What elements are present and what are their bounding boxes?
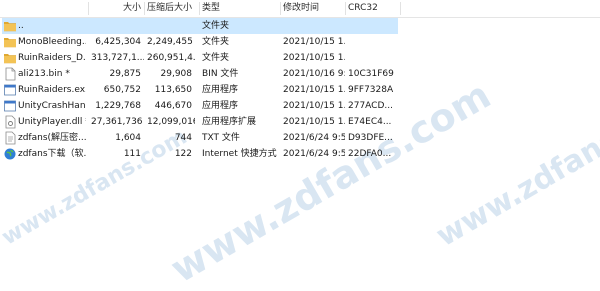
globe-icon (3, 147, 17, 161)
file-size: 111 (123, 149, 141, 159)
column-header-type[interactable]: 类型 (199, 0, 280, 17)
file-size: 6,425,304 (95, 37, 141, 47)
file-crc32: 9FF7328A (348, 85, 394, 95)
file-list-row[interactable]: .. 文件夹 (0, 18, 600, 34)
file-name: zdfans下载（软... (18, 149, 86, 159)
file-modified: 2021/10/15 1... (283, 37, 345, 47)
file-name: UnityCrashHan... (18, 101, 86, 111)
file-packed-size: 12,099,016 (147, 117, 195, 127)
file-list-row[interactable]: zdfans下载（软... 111 122 Internet 快捷方式 2021… (0, 146, 600, 162)
column-header-crc32[interactable]: CRC32 (345, 0, 400, 17)
file-modified: 2021/10/15 1... (283, 101, 345, 111)
file-type: 文件夹 (202, 37, 230, 47)
file-size: 27,361,736 (91, 117, 143, 127)
file-type: Internet 快捷方式 (202, 149, 277, 159)
txt-icon (3, 131, 17, 145)
column-header-size[interactable]: 大小 (88, 0, 144, 17)
file-packed-size: 29,908 (160, 69, 193, 79)
file-type: 应用程序 (202, 85, 239, 95)
file-size: 313,727,1... (91, 53, 144, 63)
file-modified: 2021/6/24 9:5... (283, 133, 345, 143)
file-name: .. (18, 21, 24, 31)
file-name: RuinRaiders_D... (18, 53, 86, 63)
file-name: ali213.bin * (18, 69, 70, 79)
file-size: 650,752 (103, 85, 141, 95)
file-crc32 (345, 50, 400, 66)
file-modified (280, 18, 345, 34)
file-crc32 (345, 18, 400, 34)
exe-icon (3, 83, 17, 97)
file-modified: 2021/6/24 9:5... (283, 149, 345, 159)
file-modified: 2021/10/15 1... (283, 53, 345, 63)
file-list-row[interactable]: RuinRaiders.ex... 650,752 113,650 应用程序 2… (0, 82, 600, 98)
file-modified: 2021/10/16 9:... (283, 69, 345, 79)
file-packed-size (144, 18, 195, 34)
file-type: BIN 文件 (202, 69, 239, 79)
column-header-name[interactable] (0, 0, 88, 17)
file-list-row[interactable]: MonoBleeding... 6,425,304 2,249,455 文件夹 … (0, 34, 600, 50)
column-header-bar: 大小 压缩后大小 类型 修改时间 CRC32 (0, 0, 600, 18)
file-name: zdfans(解压密... (18, 133, 86, 143)
file-modified: 2021/10/15 1... (283, 117, 345, 127)
file-crc32: D93DFE... (348, 133, 393, 143)
file-name: UnityPlayer.dll * (18, 117, 86, 127)
file-size: 1,604 (115, 133, 141, 143)
file-type: TXT 文件 (202, 133, 240, 143)
file-size (88, 18, 144, 34)
file-crc32: 22DFA0... (348, 149, 392, 159)
file-packed-size: 2,249,455 (147, 37, 193, 47)
file-crc32: E74EC4... (348, 117, 392, 127)
file-crc32: 277ACD... (348, 101, 393, 111)
file-icon (3, 67, 17, 81)
file-list-row[interactable]: RuinRaiders_D... 313,727,1... 260,951,4.… (0, 50, 600, 66)
dll-icon (3, 115, 17, 129)
file-size: 1,229,768 (95, 101, 141, 111)
column-header-packed-size[interactable]: 压缩后大小 (144, 0, 199, 17)
file-crc32 (345, 34, 400, 50)
file-list-row[interactable]: zdfans(解压密... 1,604 744 TXT 文件 2021/6/24… (0, 130, 600, 146)
file-packed-size: 113,650 (154, 85, 192, 95)
file-type: 文件夹 (202, 53, 230, 63)
file-list-row[interactable]: UnityCrashHan... 1,229,768 446,670 应用程序 … (0, 98, 600, 114)
file-packed-size: 122 (174, 149, 192, 159)
exe-icon (3, 99, 17, 113)
file-name: RuinRaiders.ex... (18, 85, 86, 95)
file-packed-size: 446,670 (154, 101, 192, 111)
file-crc32: 10C31F69 (348, 69, 394, 79)
file-list-row[interactable]: ali213.bin * 29,875 29,908 BIN 文件 2021/1… (0, 66, 600, 82)
folder-icon (3, 35, 17, 49)
file-size: 29,875 (109, 69, 142, 79)
file-list-row[interactable]: UnityPlayer.dll * 27,361,736 12,099,016 … (0, 114, 600, 130)
file-type: 应用程序扩展 (202, 117, 257, 127)
folder-icon (3, 51, 17, 65)
folder-icon (3, 19, 17, 33)
column-header-modified[interactable]: 修改时间 (280, 0, 345, 17)
file-packed-size: 744 (174, 133, 192, 143)
file-modified: 2021/10/15 1... (283, 85, 345, 95)
file-packed-size: 260,951,4... (147, 53, 195, 63)
file-type: 应用程序 (202, 101, 239, 111)
file-name: MonoBleeding... (18, 37, 86, 47)
file-type: 文件夹 (202, 21, 230, 31)
